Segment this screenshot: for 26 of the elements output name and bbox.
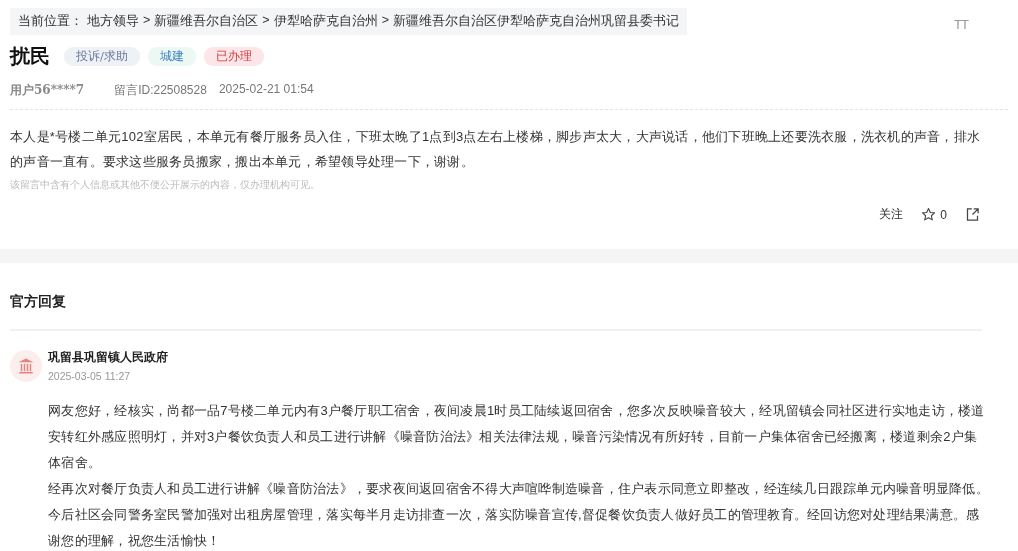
breadcrumb-link[interactable]: 新疆维吾尔自治区	[154, 13, 259, 30]
breadcrumb-separator: >	[143, 13, 151, 29]
breadcrumb-label: 当前位置：	[18, 13, 83, 30]
message-id: 留言ID:22508528	[114, 82, 207, 99]
government-building-icon	[10, 349, 42, 382]
star-icon	[921, 207, 937, 222]
message-title: 扰民	[10, 43, 50, 70]
breadcrumb-link[interactable]: 新疆维吾尔自治区伊犁哈萨克自治州巩留县委书记	[392, 13, 679, 30]
reply-time: 2025-03-05 11:27	[48, 370, 132, 382]
message-tag: 已办理	[203, 47, 264, 66]
follow-button[interactable]: 关注	[879, 206, 904, 223]
message-body: 本人是*号楼二单元102室居民，本单元有餐厅服务员入住，下班太晚了1点到3点左右上楼梯，脚步声太大，大声说话，他们下班晚上还要洗衣服，洗衣机的声音，排水的声音一直有。要求这些服务员搬家，搬出本单元，希望领导处理一下，谢谢。	[10, 128, 982, 171]
share-icon[interactable]	[965, 207, 980, 222]
reply-paragraph: 网友您好，经核实，尚都一品7号楼二单元内有3户餐厅职工宿舍，夜间凌晨1时员工陆续返回宿舍，您多次反映噪音较大，经巩留镇会同社区进行实地走访，楼道安转红外感应照明灯，并对3户餐饮负责人和员工进行讲解《噪音防治法》相关法律法规，噪音污染情况有所好转，目前一户集体宿舍已经搬离，楼道剩余2户集体宿舍。	[48, 402, 986, 472]
like-button[interactable]: 0	[921, 207, 947, 222]
user-name: 用户56****7	[10, 82, 85, 99]
breadcrumb-separator: >	[381, 13, 389, 29]
organization-name: 巩留县巩留镇人民政府	[48, 349, 168, 366]
message-tag: 投诉/求助	[64, 47, 140, 66]
message-tag: 城建	[147, 47, 196, 66]
reply-paragraph: 经再次对餐厅负责人和员工进行讲解《噪音防治法》，要求夜间返回宿舍不得大声喧哗制造噪音，住户表示同意立即整改，经连续几日跟踪单元内噪音明显降低。今后社区会同警务室民警加强对出租房屋管理，落实每半月走访排查一次，落实防噪音宣传,督促餐饮负责人做好员工的管理教育。经回访您对处理结果满意。感谢您的理解，祝您生活愉快！	[48, 480, 990, 550]
breadcrumb-link[interactable]: 伊犁哈萨克自治州	[273, 13, 378, 30]
message-time: 2025-02-21 01:54	[218, 82, 314, 98]
breadcrumb-separator: >	[262, 13, 270, 29]
section-heading: 官方回复	[10, 263, 982, 331]
breadcrumb-link[interactable]: 地方领导	[87, 13, 139, 30]
